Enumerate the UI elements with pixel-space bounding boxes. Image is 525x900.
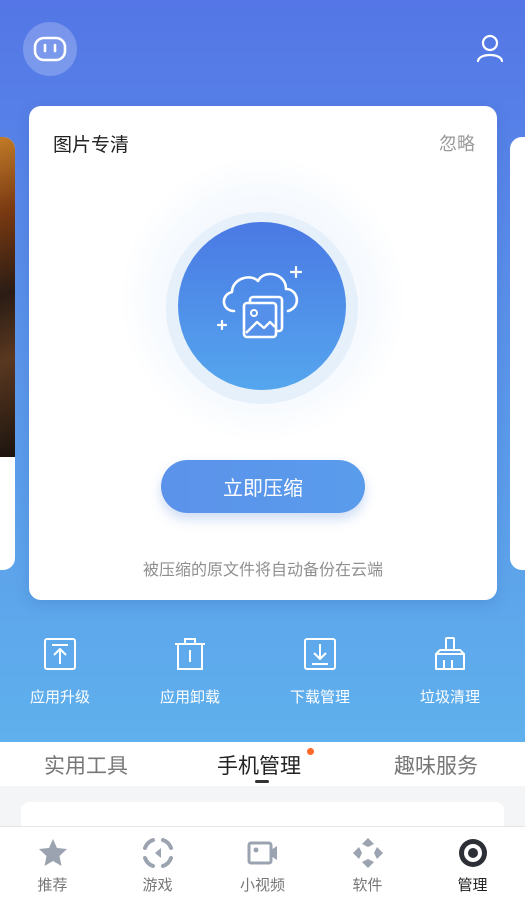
tab-content-area	[0, 786, 525, 842]
robot-button[interactable]	[23, 22, 77, 76]
tool-label: 垃圾清理	[419, 688, 480, 706]
card-title: 图片专清	[53, 134, 130, 156]
nav-manage[interactable]: 管理	[420, 827, 525, 900]
nav-recommend[interactable]: 推荐	[0, 827, 105, 900]
backup-hint: 被压缩的原文件将自动备份在云端	[142, 560, 383, 579]
user-profile-button[interactable]	[472, 30, 508, 66]
illustration-disc	[178, 222, 346, 390]
nav-label: 游戏	[142, 876, 173, 894]
cloud-photo-icon	[216, 265, 303, 339]
compress-now-button[interactable]: 立即压缩	[161, 460, 365, 513]
tool-label: 应用升级	[29, 688, 90, 706]
nav-label: 推荐	[37, 876, 68, 894]
new-badge-dot	[307, 748, 314, 755]
user-icon	[476, 34, 504, 63]
next-card-peek[interactable]	[510, 137, 525, 570]
app-upgrade-icon	[44, 638, 76, 670]
tool-download-manager[interactable]: 下载管理	[265, 636, 375, 707]
tool-app-upgrade[interactable]: 应用升级	[5, 636, 115, 707]
manage-icon	[458, 839, 487, 867]
nav-software[interactable]: 软件	[315, 827, 420, 900]
diamond-icon	[352, 838, 383, 868]
ignore-button[interactable]: 忽略	[439, 130, 475, 156]
tab-fun-services[interactable]: 趣味服务	[394, 750, 478, 780]
broom-icon	[435, 637, 465, 670]
active-tab-indicator	[255, 780, 269, 783]
video-icon	[247, 841, 277, 865]
download-icon	[304, 638, 336, 670]
star-icon	[38, 839, 67, 866]
previous-card-peek[interactable]	[0, 137, 15, 570]
nav-games[interactable]: 游戏	[105, 827, 210, 900]
category-tabs: 实用工具 手机管理 趣味服务	[0, 742, 525, 786]
bottom-navigation: 推荐 游戏 小视频 软件 管理	[0, 826, 525, 900]
game-icon	[142, 838, 173, 868]
nav-short-video[interactable]: 小视频	[210, 827, 315, 900]
nav-label: 小视频	[239, 876, 285, 894]
game-artwork-image	[0, 137, 15, 457]
tools-row: 应用升级 应用卸载 下载管理 垃圾清理	[0, 636, 525, 716]
tab-utility-tools[interactable]: 实用工具	[44, 750, 128, 780]
photo-clean-card: 图片专清 忽略 立即压缩 被压缩的原文件将自动备份在云端	[29, 106, 497, 600]
nav-label: 软件	[352, 876, 383, 894]
trash-icon	[175, 638, 205, 670]
robot-face-icon	[33, 36, 67, 62]
tool-label: 应用卸载	[159, 688, 220, 706]
tool-app-uninstall[interactable]: 应用卸载	[135, 636, 245, 707]
tool-label: 下载管理	[289, 688, 350, 706]
nav-label: 管理	[457, 876, 488, 894]
tool-junk-clean[interactable]: 垃圾清理	[395, 636, 505, 707]
tab-phone-management[interactable]: 手机管理	[217, 750, 301, 780]
